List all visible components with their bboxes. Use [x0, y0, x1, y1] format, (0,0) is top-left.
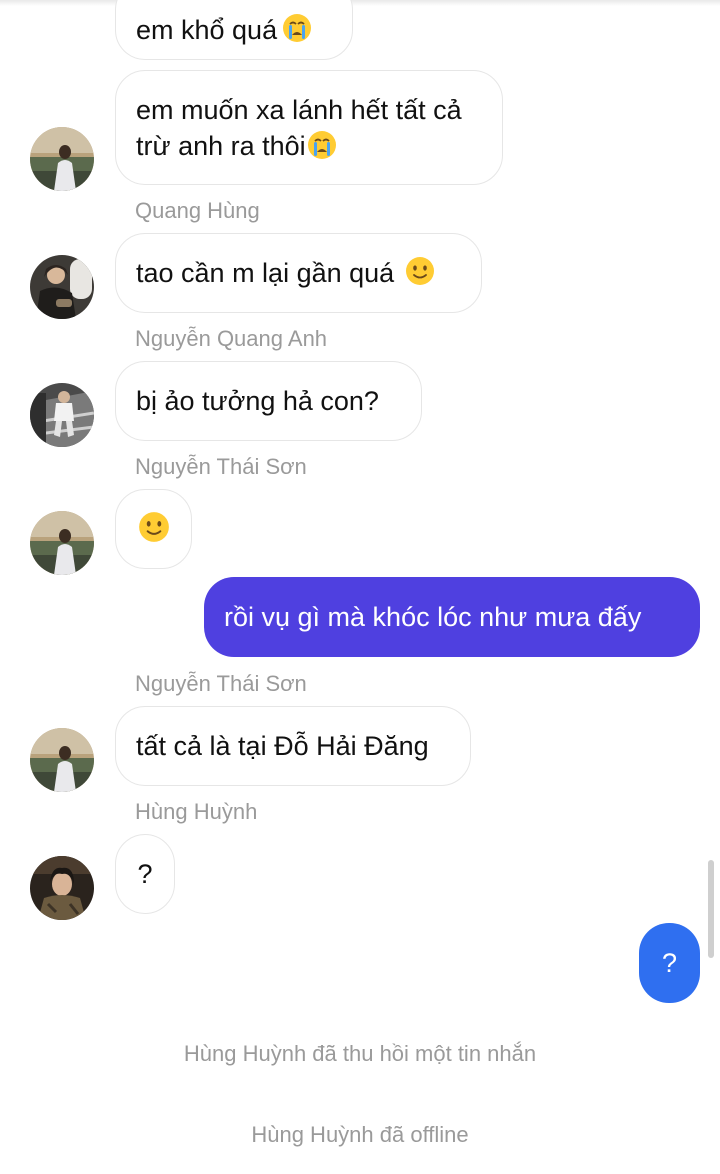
received-message[interactable]: bị ảo tưởng hả con? [115, 361, 422, 441]
message-text: ? [661, 948, 678, 978]
avatar[interactable] [30, 728, 94, 792]
top-divider [0, 0, 720, 6]
system-message-unsent: Hùng Huỳnh đã thu hồi một tin nhắn [183, 1041, 537, 1066]
slightly-smiling-face-emoji-icon [406, 257, 435, 285]
avatar[interactable] [30, 127, 94, 191]
message-text: bị ảo tưởng hả con? [136, 386, 379, 416]
received-message[interactable]: em muốn xa lánh hết tất cả trừ anh ra th… [115, 70, 503, 185]
sender-name: Nguyễn Thái Sơn [135, 671, 307, 696]
received-message[interactable]: tao cần m lại gần quá [115, 233, 482, 313]
message-text: em muốn xa lánh hết tất cả trừ anh ra th… [136, 94, 462, 161]
received-message[interactable] [115, 489, 192, 569]
received-message[interactable]: em khổ quá [115, 0, 353, 60]
avatar[interactable] [30, 856, 94, 920]
sender-name: Nguyễn Thái Sơn [135, 454, 307, 479]
crying-face-emoji-icon [307, 131, 336, 160]
received-message[interactable]: tất cả là tại Đỗ Hải Đăng [115, 706, 471, 786]
system-message-offline: Hùng Huỳnh đã offline [251, 1122, 469, 1147]
avatar[interactable] [30, 383, 94, 447]
message-text: ? [137, 859, 153, 889]
crying-face-emoji-icon [283, 14, 312, 42]
avatar[interactable] [30, 511, 94, 575]
scrollbar[interactable] [708, 860, 714, 958]
avatar[interactable] [30, 255, 94, 319]
sender-name: Hùng Huỳnh [135, 799, 258, 824]
sent-message[interactable]: ? [639, 923, 700, 1003]
message-text: em khổ quá [136, 15, 278, 45]
received-message[interactable]: ? [115, 834, 175, 914]
sender-name: Quang Hùng [135, 198, 260, 223]
sent-message[interactable]: rồi vụ gì mà khóc lóc như mưa đấy [204, 577, 700, 657]
message-text: tao cần m lại gần quá [136, 258, 395, 288]
message-text: tất cả là tại Đỗ Hải Đăng [136, 731, 429, 761]
message-text: rồi vụ gì mà khóc lóc như mưa đấy [224, 602, 642, 632]
sender-name: Nguyễn Quang Anh [135, 326, 328, 351]
slightly-smiling-face-emoji-icon [138, 512, 169, 542]
